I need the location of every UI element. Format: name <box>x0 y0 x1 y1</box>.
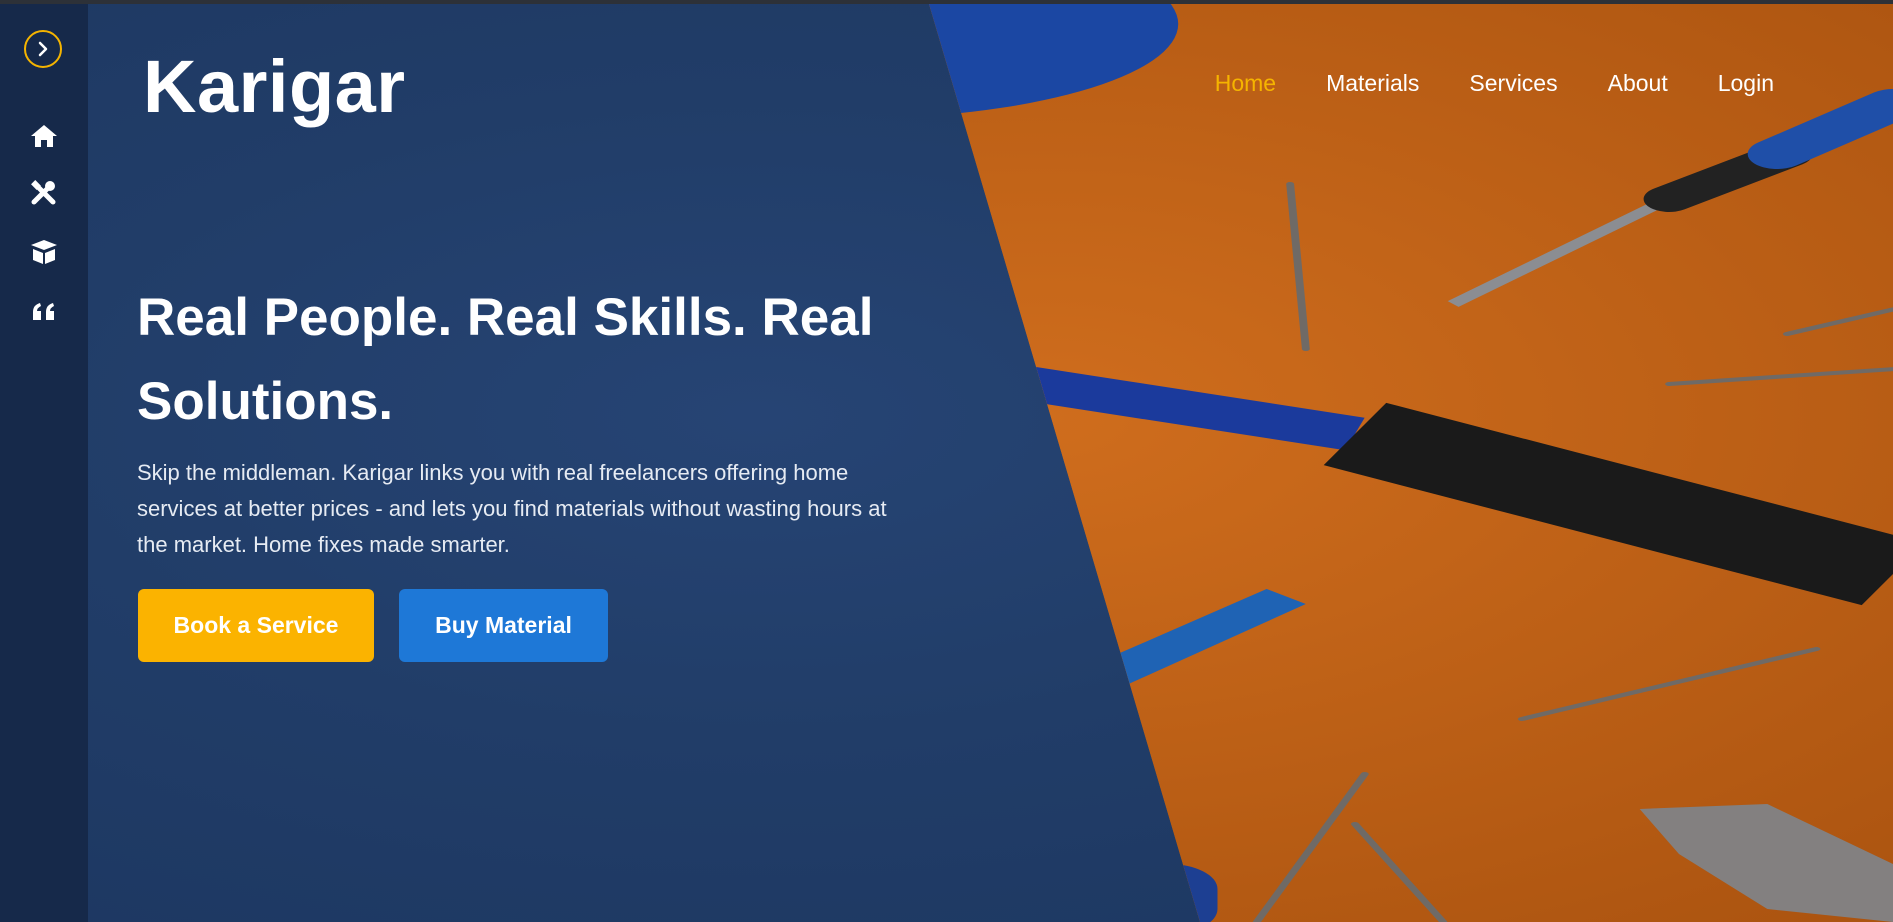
hero-subtext: Skip the middleman. Karigar links you wi… <box>137 460 887 557</box>
top-nav: Home Materials Services About Login <box>1215 70 1774 97</box>
tools-icon[interactable] <box>28 178 60 210</box>
box-icon[interactable] <box>28 236 60 268</box>
nav-services[interactable]: Services <box>1469 70 1557 97</box>
chevron-right-icon[interactable] <box>24 30 62 68</box>
book-service-button[interactable]: Book a Service <box>138 589 374 662</box>
brand-logo-text[interactable]: Karigar <box>143 44 406 129</box>
home-icon[interactable] <box>28 120 60 152</box>
nav-about[interactable]: About <box>1608 70 1668 97</box>
nav-home[interactable]: Home <box>1215 70 1276 97</box>
buy-material-button[interactable]: Buy Material <box>399 589 608 662</box>
side-rail <box>0 4 88 922</box>
window-top-border <box>0 0 1893 4</box>
hero-headline: Real People. Real Skills. Real Solutions… <box>137 288 874 431</box>
nav-login[interactable]: Login <box>1718 70 1774 97</box>
nav-materials[interactable]: Materials <box>1326 70 1419 97</box>
quote-icon[interactable] <box>28 296 60 328</box>
